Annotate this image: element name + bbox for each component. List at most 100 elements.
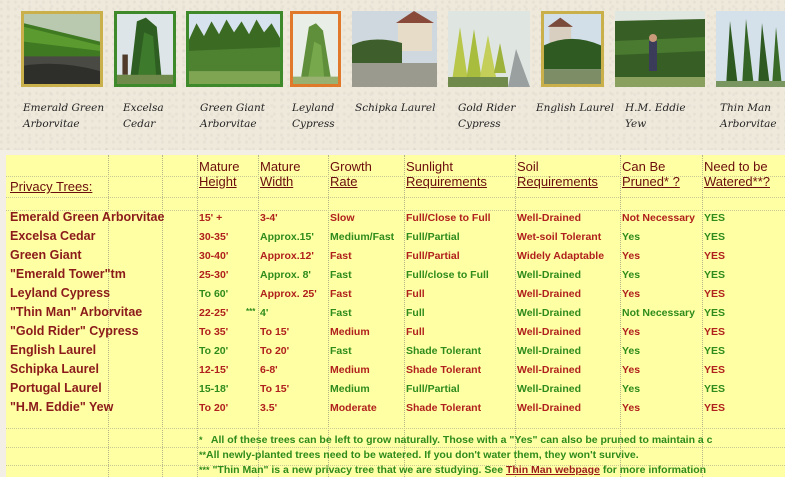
- table-cell: To 20': [199, 402, 229, 414]
- table-row: "Gold Rider" Cypress To 35' To 15' Medium Fu…: [6, 324, 785, 343]
- tree-name: Excelsa Cedar: [10, 229, 96, 243]
- table-cell: Wet-soil Tolerant: [517, 231, 602, 243]
- tree-name: "H.M. Eddie" Yew: [10, 400, 114, 414]
- table-cell: Full/Partial: [406, 250, 460, 262]
- gold-rider-cypress-photo[interactable]: [448, 11, 530, 87]
- table-cell: Fast: [330, 269, 352, 281]
- table-cell: Yes: [622, 288, 641, 300]
- emerald-green-arborvitae-photo[interactable]: [21, 11, 103, 87]
- table-cell: Medium/Fast: [330, 231, 395, 243]
- table-row: "Thin Man" Arborvitae 22-25' 4' Fast Full Wel…: [6, 305, 785, 324]
- table-cell: Well-Drained: [517, 269, 581, 281]
- table-row: "Emerald Tower"tm 25-30' Approx. 8' Fast Ful…: [6, 267, 785, 286]
- table-cell: 30-40': [199, 250, 229, 262]
- green-giant-arborvitae-photo[interactable]: [186, 11, 283, 87]
- schipka-laurel-photo[interactable]: [352, 11, 437, 87]
- table-cell: Well-Drained: [517, 307, 581, 319]
- table-cell: Yes: [622, 345, 641, 357]
- table-row: Excelsa Cedar 30-35' Approx.15' Medium/Fast…: [6, 229, 785, 248]
- header-width: Mature Width: [260, 159, 301, 189]
- table-cell: Full: [406, 288, 425, 300]
- table-cell: To 60': [199, 288, 229, 300]
- tree-name: Portugal Laurel: [10, 381, 102, 395]
- table-cell: Yes: [622, 269, 641, 281]
- tree-caption: H.M. Eddie Yew: [625, 102, 686, 130]
- table-cell: Yes: [622, 383, 641, 395]
- footnote-3: *** "Thin Man" is a new privacy tree tha…: [199, 464, 707, 476]
- english-laurel-photo[interactable]: [541, 11, 604, 87]
- tree-name: "Thin Man" Arborvitae: [10, 305, 143, 319]
- table-cell: YES: [704, 288, 726, 300]
- tree-caption: Green Giant Arborvitae: [200, 102, 265, 130]
- table-cell: To 20': [199, 345, 229, 357]
- hm-eddie-yew-photo[interactable]: [615, 11, 705, 87]
- table-cell: Moderate: [330, 402, 377, 414]
- tree-name: Schipka Laurel: [10, 362, 99, 376]
- table-cell: Shade Tolerant: [406, 364, 482, 376]
- table-row: Emerald Green Arborvitae 15' + 3-4' Slow Ful…: [6, 210, 785, 229]
- table-cell: Yes: [622, 402, 641, 414]
- table-cell: Approx.15': [260, 231, 314, 243]
- table-cell: 25-30': [199, 269, 229, 281]
- table-row: English Laurel To 20' To 20' Fast Shade Tole…: [6, 343, 785, 362]
- header-growth-rate: Growth Rate: [330, 159, 372, 189]
- table-row: Schipka Laurel 12-15' 6-8' Medium Shade Tole…: [6, 362, 785, 381]
- table-cell: Well-Drained: [517, 383, 581, 395]
- table-cell: 22-25': [199, 307, 229, 319]
- table-cell: 6-8': [260, 364, 278, 376]
- table-cell: Approx. 25': [260, 288, 317, 300]
- table-cell: Yes: [622, 364, 641, 376]
- table-row: Green Giant 30-40' Approx.12' Fast Full/Part…: [6, 248, 785, 267]
- table-cell: YES: [704, 364, 726, 376]
- table-cell: YES: [704, 402, 726, 414]
- table-cell: 4': [260, 307, 269, 319]
- header-privacy-trees: Privacy Trees:: [10, 179, 93, 194]
- excelsa-cedar-photo[interactable]: [114, 11, 176, 87]
- table-cell: Fast: [330, 288, 352, 300]
- table-cell: Well-Drained: [517, 364, 581, 376]
- table-cell: Medium: [330, 326, 370, 338]
- table-cell: Shade Tolerant: [406, 345, 482, 357]
- header-pruned: Can Be Pruned* ?: [622, 159, 680, 189]
- table-cell: Not Necessary: [622, 307, 695, 319]
- tree-caption: Excelsa Cedar: [123, 102, 164, 130]
- table-cell: Well-Drained: [517, 288, 581, 300]
- privacy-tree-table: Privacy Trees: Mature Height Mature Width …: [6, 155, 785, 477]
- table-cell: To 20': [260, 345, 290, 357]
- tree-caption: Schipka Laurel: [355, 102, 436, 114]
- table-cell: YES: [704, 250, 726, 262]
- table-cell: 12-15': [199, 364, 229, 376]
- table-cell: Well-Drained: [517, 345, 581, 357]
- table-cell: To 15': [260, 326, 290, 338]
- thin-man-arborvitae-photo[interactable]: [716, 11, 785, 87]
- thin-man-marker: ***: [246, 307, 256, 316]
- table-cell: Full/Close to Full: [406, 212, 491, 224]
- header-soil: Soil Requirements: [517, 159, 598, 189]
- table-cell: Medium: [330, 383, 370, 395]
- table-cell: Well-Drained: [517, 212, 581, 224]
- table-cell: Fast: [330, 307, 352, 319]
- tree-caption: Gold Rider Cypress: [458, 102, 516, 130]
- thin-man-webpage-link[interactable]: Thin Man webpage: [506, 464, 600, 476]
- table-cell: To 15': [260, 383, 290, 395]
- tree-name: Emerald Green Arborvitae: [10, 210, 165, 224]
- tree-caption: English Laurel: [536, 102, 614, 114]
- header-sunlight: Sunlight Requirements: [406, 159, 487, 189]
- table-cell: 30-35': [199, 231, 229, 243]
- table-cell: 3-4': [260, 212, 278, 224]
- table-cell: Full: [406, 326, 425, 338]
- table-cell: YES: [704, 326, 726, 338]
- table-row: Leyland Cypress To 60' Approx. 25' Fast Full…: [6, 286, 785, 305]
- table-cell: 15-18': [199, 383, 229, 395]
- header-watered: Need to be Watered**?: [704, 159, 770, 189]
- leyland-cypress-photo[interactable]: [290, 11, 341, 87]
- table-cell: Well-Drained: [517, 326, 581, 338]
- table-cell: YES: [704, 307, 726, 319]
- table-cell: YES: [704, 269, 726, 281]
- table-cell: Approx. 8': [260, 269, 311, 281]
- table-cell: Fast: [330, 345, 352, 357]
- tree-name: "Emerald Tower"tm: [10, 267, 126, 281]
- table-cell: Slow: [330, 212, 355, 224]
- table-cell: Not Necessary: [622, 212, 695, 224]
- table-cell: Well-Drained: [517, 402, 581, 414]
